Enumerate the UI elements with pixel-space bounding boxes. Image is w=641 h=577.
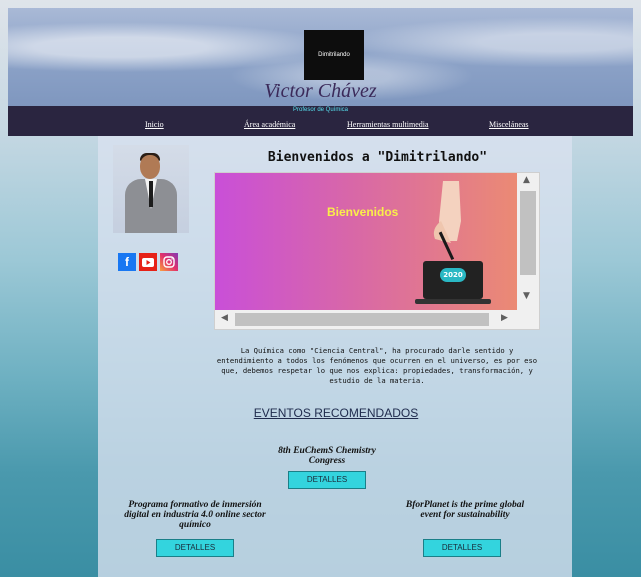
event-name-programa-formativo: Programa formativo de inmersión digital …	[124, 500, 266, 530]
profile-photo	[113, 145, 189, 233]
event-name-bforplanet: BforPlanet is the prime global event for…	[405, 500, 525, 520]
scroll-right-icon[interactable]: ▶	[501, 313, 508, 323]
header-banner: Dimitrilando Victor Chávez	[8, 8, 633, 106]
logo-text: Dimitrilando	[318, 52, 350, 58]
video-year-badge: 2020	[440, 268, 466, 282]
nav-item-miscelaneas[interactable]: Misceláneas	[489, 120, 529, 129]
event-name-euchems: 8th EuChemS Chemistry Congress	[278, 446, 376, 466]
scroll-left-icon[interactable]: ◀	[221, 313, 228, 323]
facebook-icon[interactable]: f	[118, 253, 136, 271]
laptop-base-image	[415, 299, 491, 304]
horizontal-scroll-thumb[interactable]	[235, 313, 489, 326]
site-subtitle: Profesor de Química	[292, 107, 349, 113]
event-details-button-euchems[interactable]: DETALLES	[288, 471, 366, 489]
video-title: Bienvenidos	[327, 205, 399, 219]
scroll-up-icon[interactable]: ▲	[523, 175, 530, 185]
events-title: EVENTOS RECOMENDADOS	[253, 406, 419, 420]
social-links: f	[118, 253, 178, 271]
hand-with-pen-image	[433, 181, 461, 261]
instagram-icon[interactable]	[160, 253, 178, 271]
brand-title: Victor Chávez	[264, 80, 377, 102]
nav-item-inicio[interactable]: Inicio	[145, 120, 164, 129]
vertical-scrollbar[interactable]: ▲ ▼	[517, 173, 539, 310]
site-logo[interactable]: Dimitrilando	[304, 30, 364, 80]
nav-item-herramientas-multimedia[interactable]: Herramientas multimedia	[347, 120, 429, 129]
intro-paragraph: La Química como "Ciencia Central", ha pr…	[216, 346, 538, 385]
horizontal-scrollbar[interactable]: ◀ ▶	[215, 310, 517, 329]
event-details-button-programa-formativo[interactable]: DETALLES	[156, 539, 234, 557]
welcome-video[interactable]: Bienvenidos 2020	[215, 173, 517, 310]
youtube-icon[interactable]	[139, 253, 157, 271]
nav-item-area-academica[interactable]: Área académica	[244, 120, 295, 129]
video-frame[interactable]: Bienvenidos 2020 ▲ ▼ ◀ ▶	[214, 172, 540, 330]
scroll-down-icon[interactable]: ▼	[523, 291, 530, 301]
welcome-heading: Bienvenidos a "Dimitrilando"	[267, 150, 488, 165]
vertical-scroll-thumb[interactable]	[520, 191, 536, 275]
nav-bar: Profesor de Química Inicio Área académic…	[8, 106, 633, 136]
event-details-button-bforplanet[interactable]: DETALLES	[423, 539, 501, 557]
